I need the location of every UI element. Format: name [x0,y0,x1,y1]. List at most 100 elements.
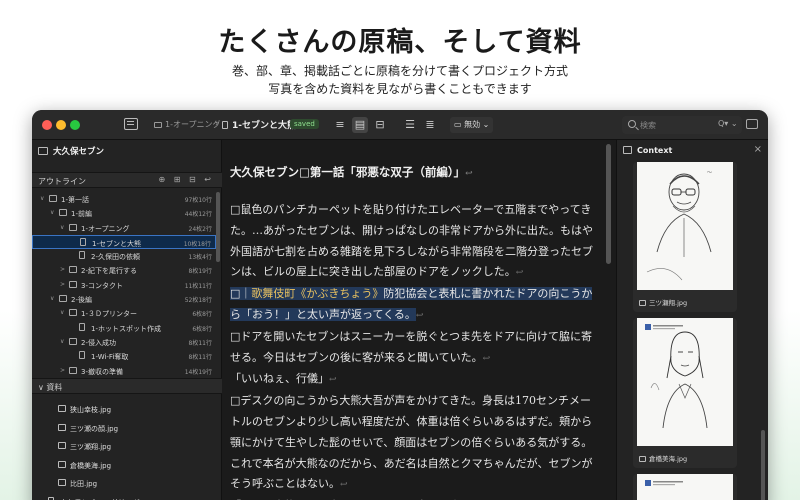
editor-paragraph[interactable]: □ドアを開いたセブンはスニーカーを脱ぐとつま先をドアに向けて脇に寄せる。今日はセ… [230,327,600,370]
outline-item[interactable]: ∨ 1-前編 44枚12行 [32,206,216,220]
materials-header: ∨ 資料 [32,378,222,394]
close-icon[interactable]: × [754,144,762,155]
context-card-1-caption: 三ツ瀬翔.jpg [639,297,687,307]
outline-item-label: 3-コンタクト [81,281,123,290]
outline-item[interactable]: >2-紀下を尾行する 8枚19行 [32,263,216,277]
pdf-icon [48,496,54,500]
outline-item-count: 8枚11行 [188,339,212,347]
chevron-down-icon[interactable]: ∨ [60,338,64,345]
close-window-button[interactable] [42,120,52,130]
outline-item[interactable]: 1-Wi-Fi奪取 8枚11行 [32,349,216,363]
align-left-icon[interactable]: ≡ [332,117,348,133]
context-card-2[interactable]: 倉橋美海.jpg [633,318,737,468]
outline-item[interactable]: ∨ 1-オープニング 24枚2行 [32,221,216,235]
editor-paragraph[interactable]: 「いいねぇ、行儀」↩ [230,369,600,391]
document-title: 大久保セブン□第一話「邪悪な双子（前編）」↩ [230,165,473,179]
document-icon [79,251,85,260]
mode-dropdown[interactable]: ▭ 無効 ⌄ [450,117,494,133]
image-icon [639,300,646,306]
outline-tree: ∨ 1-第一話 97枚10行 ∨ 1-前編 44枚12行 ∨ 1-オープニング 24枚2行 1-セ… [32,192,216,378]
materials-list: 狭山幸枝.jpg 三ツ瀬の顔.jpg 三ツ瀬翔.jpg 倉橋美海.jpg 比田.jpg 大… [32,400,216,500]
material-item[interactable]: 三ツ瀬の顔.jpg [32,419,216,438]
chevron-down-icon[interactable]: ∨ [60,309,64,316]
search-input[interactable] [640,118,710,132]
image-icon [58,479,66,486]
chevron-down-icon[interactable]: ∨ [50,209,54,216]
outline-item[interactable]: >3-コンタクト 11枚11行 [32,278,216,292]
outline-item[interactable]: ∨ 1-第一話 97枚10行 [32,192,216,206]
chevron-down-icon[interactable]: ∨ [50,295,54,302]
document-icon [79,351,85,360]
outline-item[interactable]: >3-撤収の準備 14枚19行 [32,364,216,378]
chevron-right-icon[interactable]: > [60,367,65,374]
chevron-down-icon[interactable]: ∨ [40,195,44,202]
project-title[interactable]: 大久保セブン [38,145,104,157]
breadcrumb[interactable]: 1-オープニング [154,119,221,130]
image-icon [58,460,66,468]
toggle-panel-icon[interactable] [124,118,138,130]
editor-paragraph[interactable]: □鼠色のパンチカーペットを貼り付けたエレベーターで五階までやってきた。…あがった… [230,200,600,284]
outline-header: アウトライン ⊕ ⊞ ⊟ ↩ [32,172,222,188]
toggle-context-panel-icon[interactable] [746,119,758,129]
editor[interactable]: 大久保セブン□第一話「邪悪な双子（前編）」↩ □鼠色のパンチカーペットを貼り付け… [222,140,616,500]
material-item[interactable]: 狭山幸枝.jpg [32,400,216,419]
chevron-right-icon[interactable]: > [60,281,65,288]
editor-body[interactable]: □鼠色のパンチカーペットを貼り付けたエレベーターで五階までやってきた。…あがった… [230,200,600,500]
sketch-image-3 [637,474,733,500]
project-label: 大久保セブン [53,147,105,157]
document-icon [79,322,85,331]
outline-item-label: 1-ホットスポット作成 [91,324,161,333]
ruby-keyword: 歌舞伎町《かぶきちょう》 [251,287,384,301]
outline-item-label: 2-後編 [71,296,92,305]
folder-icon [69,223,77,231]
material-item[interactable]: 三ツ瀬翔.jpg [32,437,216,456]
editor-paragraph[interactable]: 「だって大熊さん、今日はこれからお客さん来るんでしょ？」↩ [230,496,600,500]
outline-item-count: 97枚10行 [184,197,212,204]
context-card-3[interactable] [633,474,737,500]
folder-icon [69,280,77,288]
justify-icon[interactable]: ≣ [422,117,438,133]
sidebar-scrollbar[interactable] [216,192,220,262]
outline-item-count: 52枚18行 [184,297,212,305]
material-item[interactable]: 比田.jpg [32,474,216,493]
outline-item[interactable]: ∨ 1-３Ｄプリンター 6枚8行 [32,306,216,320]
zoom-window-button[interactable] [70,120,80,130]
editor-scrollbar[interactable] [606,144,611,264]
folder-icon [69,337,77,345]
return-mark: ↩ [482,353,491,364]
outline-item-count: 8枚19行 [188,268,212,276]
mode-label: 無効 [464,120,481,129]
search-icon [628,120,636,128]
outline-item[interactable]: 2-久保田の依頼 13枚4行 [32,249,216,263]
context-scrollbar[interactable] [761,430,765,500]
outline-item[interactable]: ∨ 2-侵入成功 8枚11行 [32,335,216,349]
outline-actions[interactable]: ⊕ ⊞ ⊟ ↩ [159,175,214,184]
search-field[interactable]: Q▾ ⌄ [622,116,742,134]
material-item[interactable]: 倉橋美海.jpg [32,456,216,475]
list-icon[interactable]: ☰ [402,117,418,133]
context-card-1[interactable]: 〜 三ツ瀬翔.jpg [633,162,737,312]
outline-item[interactable]: ∨ 2-後編 52枚18行 [32,292,216,306]
materials-header-label: ∨ 資料 [38,383,63,392]
outline-item-label: 1-３Ｄプリンター [81,310,137,319]
svg-text:〜: 〜 [707,170,712,176]
return-mark: ↩ [465,169,473,179]
folder-icon [69,366,77,374]
editor-paragraph[interactable]: □デスクの向こうから大熊大吾が声をかけてきた。身長は170センチメートルのセブン… [230,391,600,496]
folder-icon [49,195,57,202]
outline-item-label: 1-オープニング [81,224,130,233]
minimize-window-button[interactable] [56,120,66,130]
material-item[interactable]: 大久保セブン-1-前編.pdf [32,493,216,500]
editor-paragraph[interactable]: □｜歌舞伎町《かぶきちょう》防犯協会と表札に書かれたドアの向こうから「おう！」と… [230,284,600,327]
outline-item-label: 2-久保田の依頼 [91,253,140,262]
outline-item-count: 6枚8行 [192,325,212,333]
chevron-down-icon[interactable]: ∨ [60,224,64,231]
outline-item[interactable]: 1-ホットスポット作成 6枚8行 [32,321,216,335]
vertical-text-icon[interactable]: ▤ [352,117,368,133]
outline-item-count: 24枚2行 [188,225,212,233]
outline-item-count: 11枚11行 [184,282,212,290]
format-icon[interactable]: ⊟ [372,117,388,133]
search-options[interactable]: Q▾ ⌄ [718,119,738,128]
outline-item[interactable]: 1-セブンと大熊 10枚18行 [32,234,216,250]
chevron-right-icon[interactable]: > [60,266,65,273]
